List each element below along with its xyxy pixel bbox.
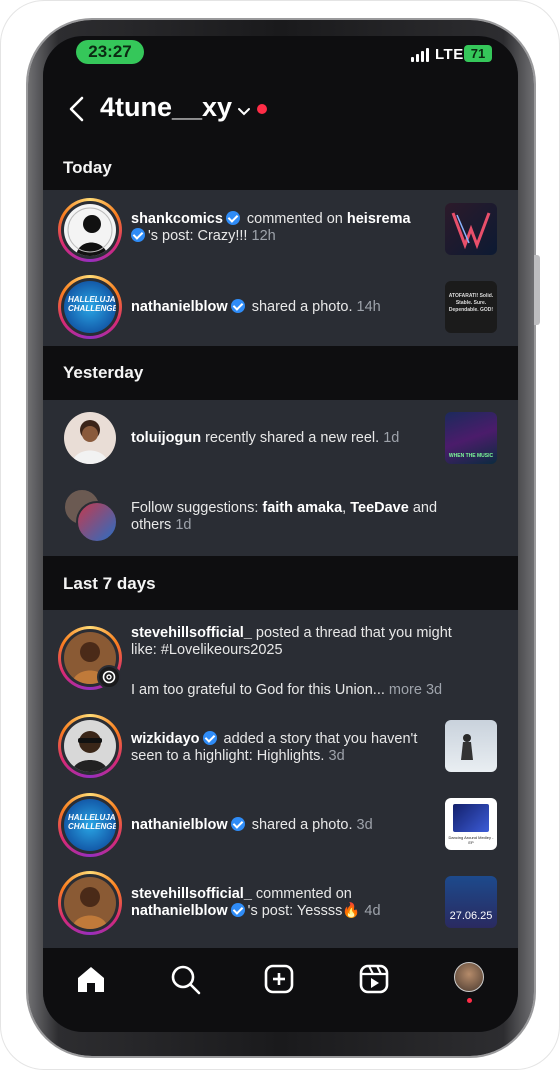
notification-row[interactable]: wizkidayo added a story that you haven't… — [43, 704, 518, 782]
notification-text: nathanielblow shared a photo. 14h — [131, 299, 381, 315]
avatar — [64, 720, 116, 772]
verified-icon — [230, 299, 245, 313]
fire-emoji: 🔥 — [342, 903, 361, 919]
signal-icon — [411, 48, 431, 62]
notification-text: stevehillsofficial_ posted a thread that… — [131, 625, 452, 658]
post-thumbnail[interactable] — [445, 203, 497, 255]
post-thumbnail[interactable]: Dancing Around Medley - EP — [445, 798, 497, 850]
story-ring[interactable]: HALLELUJAH CHALLENGE — [58, 793, 122, 857]
battery-icon: 71 — [464, 45, 492, 62]
home-icon[interactable] — [74, 962, 108, 996]
reel-thumbnail[interactable]: WHEN THE MUSIC — [445, 412, 497, 464]
back-icon[interactable] — [65, 94, 89, 124]
bottom-nav — [43, 948, 518, 1032]
status-bar: 23:27 LTE 71 — [43, 36, 518, 74]
avatar — [64, 877, 116, 929]
thread-preview: I am too grateful to God for this Union.… — [131, 682, 443, 698]
verified-icon — [131, 228, 145, 242]
story-thumbnail[interactable] — [445, 720, 497, 772]
avatar[interactable] — [76, 501, 118, 543]
notification-dot — [467, 998, 472, 1003]
network-label: LTE — [435, 46, 464, 63]
post-thumbnail[interactable]: ATOFARATI! Solid. Stable. Sure. Dependab… — [445, 281, 497, 333]
notification-dot — [257, 104, 267, 114]
section-yesterday: Yesterday — [43, 346, 518, 400]
avatar: HALLELUJAH CHALLENGE — [64, 799, 116, 851]
chevron-down-icon[interactable] — [237, 104, 251, 118]
verified-icon — [230, 903, 245, 917]
notification-text: nathanielblow shared a photo. 3d — [131, 817, 373, 833]
verified-icon — [202, 731, 217, 745]
story-ring[interactable] — [58, 198, 122, 262]
notification-row[interactable]: shankcomics commented on heisrema's post… — [43, 190, 518, 270]
avatar — [64, 204, 116, 256]
notification-row[interactable]: HALLELUJAH CHALLENGE nathanielblow share… — [43, 270, 518, 346]
verified-icon — [225, 211, 240, 225]
account-name[interactable]: 4tune__xy — [100, 92, 232, 123]
notification-text: Follow suggestions: faith amaka, TeeDave… — [131, 500, 438, 533]
verified-icon — [230, 817, 245, 831]
story-ring[interactable] — [58, 714, 122, 778]
section-title: Today — [63, 158, 112, 177]
story-ring[interactable]: HALLELUJAH CHALLENGE — [58, 275, 122, 339]
section-title: Yesterday — [63, 363, 144, 382]
notification-text: wizkidayo added a story that you haven't… — [131, 731, 418, 764]
notification-text: shankcomics commented on heisrema's post… — [131, 211, 411, 244]
notification-text: toluijogun recently shared a new reel. 1… — [131, 430, 400, 446]
profile-avatar[interactable] — [454, 962, 484, 992]
avatar[interactable] — [64, 412, 116, 464]
create-icon[interactable] — [262, 962, 296, 996]
screen: 23:27 LTE 71 4tune__xy Today shankcomics… — [43, 36, 518, 1032]
avatar: HALLELUJAH CHALLENGE — [64, 281, 116, 333]
notification-row[interactable]: stevehillsofficial_ posted a thread that… — [43, 610, 518, 704]
top-bar: 4tune__xy — [43, 74, 518, 150]
story-ring[interactable] — [58, 871, 122, 935]
search-icon[interactable] — [168, 962, 202, 996]
notification-row[interactable]: HALLELUJAH CHALLENGE nathanielblow share… — [43, 782, 518, 862]
section-last-7-days: Last 7 days — [43, 556, 518, 610]
reels-icon[interactable] — [357, 962, 391, 996]
threads-icon — [97, 665, 121, 689]
notification-row[interactable]: toluijogun recently shared a new reel. 1… — [43, 400, 518, 478]
status-time: 23:27 — [76, 40, 144, 64]
notification-row[interactable]: Follow suggestions: faith amaka, TeeDave… — [43, 478, 518, 556]
notification-text: stevehillsofficial_ commented on nathani… — [131, 886, 381, 919]
post-thumbnail[interactable]: 27.06.25 — [445, 876, 497, 928]
side-button — [534, 255, 540, 325]
section-today: Today — [43, 150, 518, 190]
notification-row[interactable]: stevehillsofficial_ commented on nathani… — [43, 862, 518, 948]
section-title: Last 7 days — [63, 574, 156, 593]
